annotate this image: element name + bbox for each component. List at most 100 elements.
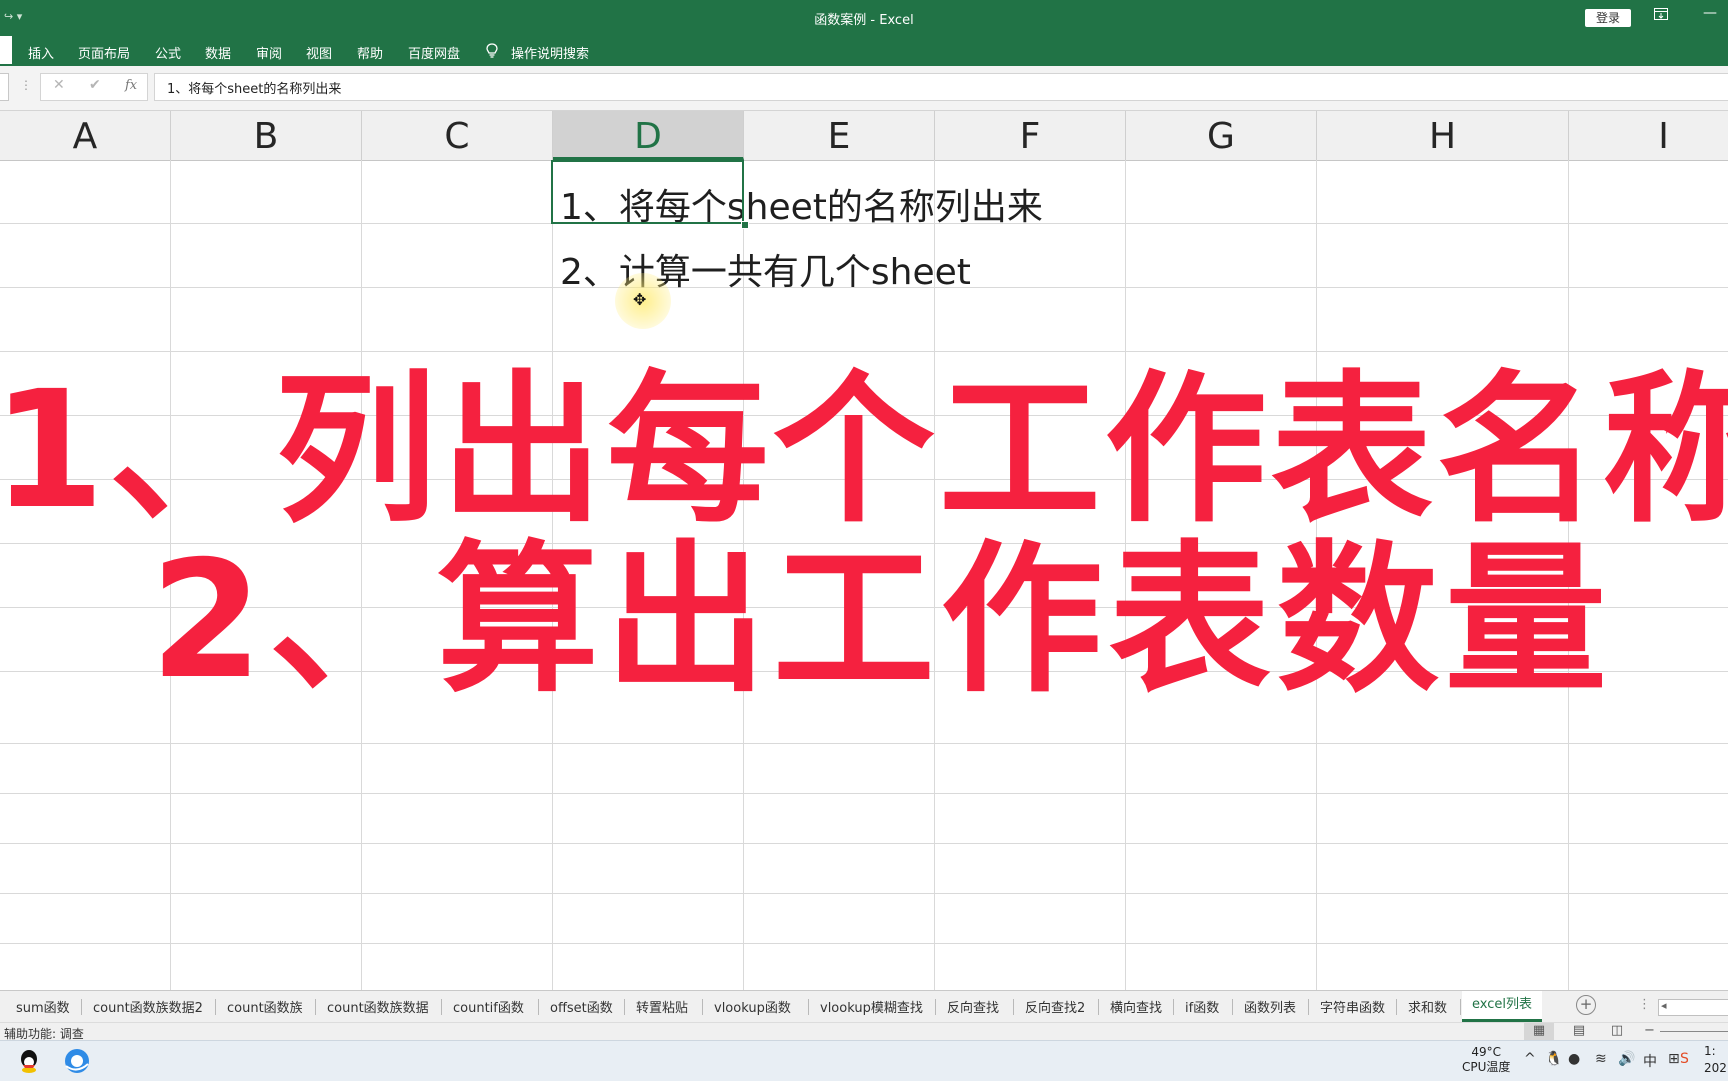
formula-text: 1、将每个sheet的名称列出来: [167, 82, 342, 97]
tab-splitter[interactable]: ⋮: [1638, 997, 1651, 1012]
page-break-view-icon[interactable]: ◫: [1602, 1023, 1632, 1041]
tab-separator: [1308, 999, 1309, 1015]
ribbon-display-options-icon[interactable]: [1654, 8, 1668, 24]
formula-buttons: ✕ ✔ fx: [40, 73, 148, 101]
column-header-c[interactable]: C: [362, 111, 553, 160]
gridline: [0, 351, 1728, 352]
minimize-button[interactable]: —: [1703, 5, 1717, 21]
tab-separator: [1098, 999, 1099, 1015]
gridline: [0, 893, 1728, 894]
overlay-title-line-1: 1、列出每个工作表名称: [0, 357, 1728, 545]
sheet-tab[interactable]: if函数: [1185, 997, 1219, 1016]
sheet-tab[interactable]: 函数列表: [1244, 997, 1296, 1016]
column-headers: A B C D E F G H I: [0, 111, 1728, 161]
tab-separator: [81, 999, 82, 1015]
tab-view[interactable]: 视图: [306, 43, 332, 62]
tell-me-search[interactable]: 操作说明搜索: [511, 43, 589, 62]
sheet-tab[interactable]: vlookup函数: [714, 997, 791, 1016]
tray-app-icon[interactable]: 🐧: [1545, 1051, 1562, 1067]
tab-data[interactable]: 数据: [205, 43, 231, 62]
tab-formulas[interactable]: 公式: [155, 43, 181, 62]
gridline: [0, 943, 1728, 944]
active-cell-border: [551, 160, 744, 224]
login-button[interactable]: 登录: [1585, 9, 1631, 27]
sheet-tab[interactable]: count函数族数据: [327, 997, 429, 1016]
cancel-icon[interactable]: ✕: [53, 77, 65, 93]
sheet-tab[interactable]: count函数族: [227, 997, 303, 1016]
input-method-icon[interactable]: 中: [1643, 1051, 1657, 1071]
page-layout-view-icon[interactable]: ▤: [1564, 1023, 1594, 1041]
cpu-temperature[interactable]: 49°C CPU温度: [1462, 1045, 1510, 1075]
fill-handle[interactable]: [741, 221, 749, 229]
clock-time: 1:: [1704, 1044, 1716, 1058]
enter-icon[interactable]: ✔: [89, 77, 101, 93]
sheet-tab[interactable]: 反向查找2: [1025, 997, 1085, 1016]
sheet-tab[interactable]: 字符串函数: [1320, 997, 1385, 1016]
cell-cursor-icon: ✥: [633, 290, 647, 309]
sheet-tab[interactable]: 反向查找: [947, 997, 999, 1016]
horizontal-scrollbar[interactable]: ◂: [1658, 999, 1728, 1016]
column-header-d[interactable]: D: [553, 111, 744, 160]
add-sheet-icon[interactable]: +: [1576, 995, 1596, 1015]
tab-separator: [1232, 999, 1233, 1015]
gridline: [0, 793, 1728, 794]
tab-separator: [315, 999, 316, 1015]
zoom-slider[interactable]: [1660, 1031, 1728, 1032]
taskbar-clock[interactable]: 1: 202: [1704, 1043, 1727, 1077]
sheet-tab[interactable]: vlookup模糊查找: [820, 997, 923, 1016]
tab-review[interactable]: 审阅: [256, 43, 282, 62]
column-header-i[interactable]: I: [1569, 111, 1728, 160]
tab-separator: [935, 999, 936, 1015]
ribbon-tabs: 插入 页面布局 公式 数据 审阅 视图 帮助 百度网盘 操作说明搜索: [0, 34, 1728, 66]
formula-input[interactable]: 1、将每个sheet的名称列出来: [154, 73, 1728, 101]
clock-date: 202: [1704, 1061, 1727, 1075]
volume-icon[interactable]: 🔊: [1618, 1051, 1635, 1067]
column-header-h[interactable]: H: [1317, 111, 1569, 160]
sogou-icon[interactable]: S: [1680, 1051, 1689, 1067]
tab-separator: [1396, 999, 1397, 1015]
sheet-tab-active[interactable]: excel列表: [1462, 991, 1542, 1022]
tab-baidu-netdisk[interactable]: 百度网盘: [408, 43, 460, 62]
tab-file[interactable]: [0, 36, 12, 64]
formula-bar: ⋮ ✕ ✔ fx 1、将每个sheet的名称列出来: [0, 66, 1728, 111]
sheet-tab[interactable]: offset函数: [550, 997, 613, 1016]
column-header-f[interactable]: F: [935, 111, 1126, 160]
qq-icon[interactable]: [14, 1046, 44, 1076]
apps-icon[interactable]: ⊞: [1668, 1051, 1680, 1067]
tab-separator: [624, 999, 625, 1015]
network-icon[interactable]: ≋: [1595, 1051, 1607, 1067]
tray-app-icon-2[interactable]: ●: [1568, 1051, 1580, 1067]
tab-separator: [441, 999, 442, 1015]
column-header-e[interactable]: E: [744, 111, 935, 160]
chevron-up-icon[interactable]: ^: [1524, 1051, 1536, 1067]
browser-icon[interactable]: [62, 1046, 92, 1076]
taskbar: 49°C CPU温度 ^ 🐧 ● ≋ 🔊 中 ⊞ S 1: 202: [0, 1040, 1728, 1081]
window-title: 函数案例 - Excel: [814, 13, 914, 28]
sheet-tab-bar: sum函数 count函数族数据2 count函数族 count函数族数据 co…: [0, 990, 1728, 1023]
gridline: [0, 743, 1728, 744]
gridline: [0, 843, 1728, 844]
scroll-left-icon[interactable]: ◂: [1661, 999, 1667, 1012]
sheet-tab[interactable]: 转置粘贴: [636, 997, 688, 1016]
sheet-tab[interactable]: 求和数: [1408, 997, 1447, 1016]
sheet-tab[interactable]: count函数族数据2: [93, 997, 203, 1016]
formula-bar-resize-handle[interactable]: ⋮: [20, 78, 32, 92]
insert-function-button[interactable]: fx: [125, 78, 137, 93]
tab-insert[interactable]: 插入: [28, 43, 54, 62]
tab-page-layout[interactable]: 页面布局: [78, 43, 130, 62]
sheet-tab[interactable]: countif函数: [453, 997, 524, 1016]
tab-separator: [538, 999, 539, 1015]
tab-separator: [808, 999, 809, 1015]
zoom-out-icon[interactable]: −: [1644, 1023, 1655, 1038]
tab-separator: [702, 999, 703, 1015]
overlay-title-line-2: 2、算出工作表数量: [150, 527, 1613, 715]
cpu-temp-value: 49°C: [1471, 1045, 1502, 1059]
sheet-tab[interactable]: sum函数: [16, 997, 70, 1016]
sheet-tab[interactable]: 横向查找: [1110, 997, 1162, 1016]
column-header-a[interactable]: A: [0, 111, 171, 160]
normal-view-icon[interactable]: ▦: [1524, 1023, 1554, 1041]
column-header-b[interactable]: B: [171, 111, 362, 160]
column-header-g[interactable]: G: [1126, 111, 1317, 160]
name-box[interactable]: [0, 73, 9, 101]
tab-help[interactable]: 帮助: [357, 43, 383, 62]
